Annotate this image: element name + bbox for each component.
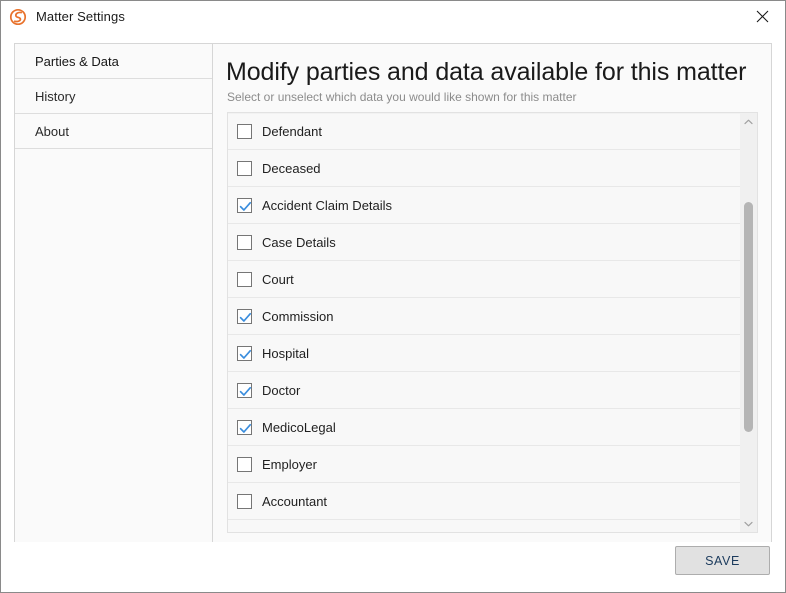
list-rows: Defendant Deceased Accident Claim Detail… — [228, 113, 740, 532]
chevron-down-icon[interactable] — [740, 515, 757, 532]
list-scrollbar[interactable] — [740, 113, 757, 532]
list-item[interactable]: Court — [228, 261, 740, 298]
sidebar-item-label: About — [35, 123, 69, 139]
list-item[interactable]: Case Details — [228, 224, 740, 261]
list-item[interactable]: MedicoLegal — [228, 409, 740, 446]
list-item-label: Employer — [262, 456, 317, 472]
window-title: Matter Settings — [36, 9, 125, 24]
swirl-logo-icon — [8, 7, 28, 27]
list-item-label: Accountant — [262, 493, 328, 509]
settings-panel: Parties & Data History About Modify part… — [14, 43, 772, 544]
page-subtitle: Select or unselect which data you would … — [227, 90, 577, 104]
sidebar-item-about[interactable]: About — [15, 114, 212, 149]
title-bar: Matter Settings — [1, 1, 785, 32]
checkbox-hospital[interactable] — [237, 345, 252, 361]
checkbox-commission[interactable] — [237, 308, 252, 324]
chevron-up-icon[interactable] — [740, 113, 757, 130]
list-item[interactable]: Employer — [228, 446, 740, 483]
scrollbar-track[interactable] — [740, 130, 757, 515]
checkbox-accountant[interactable] — [237, 493, 252, 509]
list-item[interactable]: Commission — [228, 298, 740, 335]
list-item[interactable]: Accountant — [228, 483, 740, 520]
checkbox-defendant[interactable] — [237, 124, 252, 139]
list-item-label: MedicoLegal — [262, 419, 336, 435]
checkbox-doctor[interactable] — [237, 382, 252, 398]
sidebar-item-parties-and-data[interactable]: Parties & Data — [15, 44, 212, 79]
sidebar-item-history[interactable]: History — [15, 79, 212, 114]
list-item-label: Accident Claim Details — [262, 197, 393, 213]
page-title: Modify parties and data available for th… — [226, 58, 747, 86]
list-item[interactable]: Defendant — [228, 113, 740, 150]
checkbox-accident-claim-details[interactable] — [237, 197, 252, 213]
footer-bar: SAVE — [1, 542, 785, 592]
sidebar: Parties & Data History About — [15, 44, 213, 543]
sidebar-item-label: Parties & Data — [35, 53, 119, 69]
data-options-list: Defendant Deceased Accident Claim Detail… — [227, 112, 758, 533]
content-area: Parties & Data History About Modify part… — [1, 32, 785, 592]
sidebar-item-label: History — [35, 88, 76, 104]
list-item[interactable]: Deceased — [228, 150, 740, 187]
scrollbar-thumb[interactable] — [744, 202, 753, 432]
list-item-label: Commission — [262, 308, 334, 324]
list-item-label: Defendant — [262, 124, 322, 139]
list-item-label: Court — [262, 271, 294, 287]
checkbox-employer[interactable] — [237, 456, 252, 472]
list-item[interactable]: Hospital — [228, 335, 740, 372]
list-item[interactable]: Doctor — [228, 372, 740, 409]
list-item-label: Case Details — [262, 234, 336, 250]
list-item-label: Hospital — [262, 345, 309, 361]
close-button[interactable] — [739, 1, 785, 32]
checkbox-medicolegal[interactable] — [237, 419, 252, 435]
checkbox-court[interactable] — [237, 271, 252, 287]
checkbox-case-details[interactable] — [237, 234, 252, 250]
checkbox-deceased[interactable] — [237, 160, 252, 176]
save-button[interactable]: SAVE — [675, 546, 770, 575]
list-item-label: Doctor — [262, 382, 301, 398]
list-item[interactable]: Accident Claim Details — [228, 187, 740, 224]
matter-settings-window: Matter Settings Parties & Data History A… — [0, 0, 786, 593]
list-item-label: Deceased — [262, 160, 321, 176]
main-content: Modify parties and data available for th… — [213, 44, 771, 543]
